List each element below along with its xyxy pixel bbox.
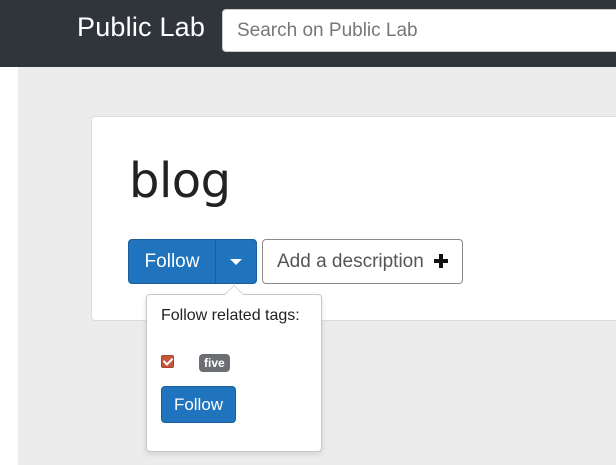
plus-icon xyxy=(434,254,448,268)
tag-checkbox[interactable] xyxy=(161,355,174,368)
search-input[interactable] xyxy=(222,9,616,52)
brand-logo[interactable]: Public Lab xyxy=(77,9,205,45)
follow-dropdown-toggle[interactable] xyxy=(215,239,257,284)
sidebar-strip xyxy=(0,67,18,465)
follow-button[interactable]: Follow xyxy=(128,239,216,284)
follow-tags-button[interactable]: Follow xyxy=(161,386,236,423)
tag-badge: five xyxy=(199,354,230,372)
popover-arrow-inner xyxy=(225,286,243,295)
top-navbar: Public Lab xyxy=(0,0,616,67)
tag-header-card xyxy=(91,116,616,321)
add-description-button[interactable]: Add a description xyxy=(262,239,463,284)
add-description-label: Add a description xyxy=(277,251,424,272)
page-title: blog xyxy=(129,153,231,209)
caret-down-icon xyxy=(230,259,242,265)
popover-heading: Follow related tags: xyxy=(161,307,300,324)
